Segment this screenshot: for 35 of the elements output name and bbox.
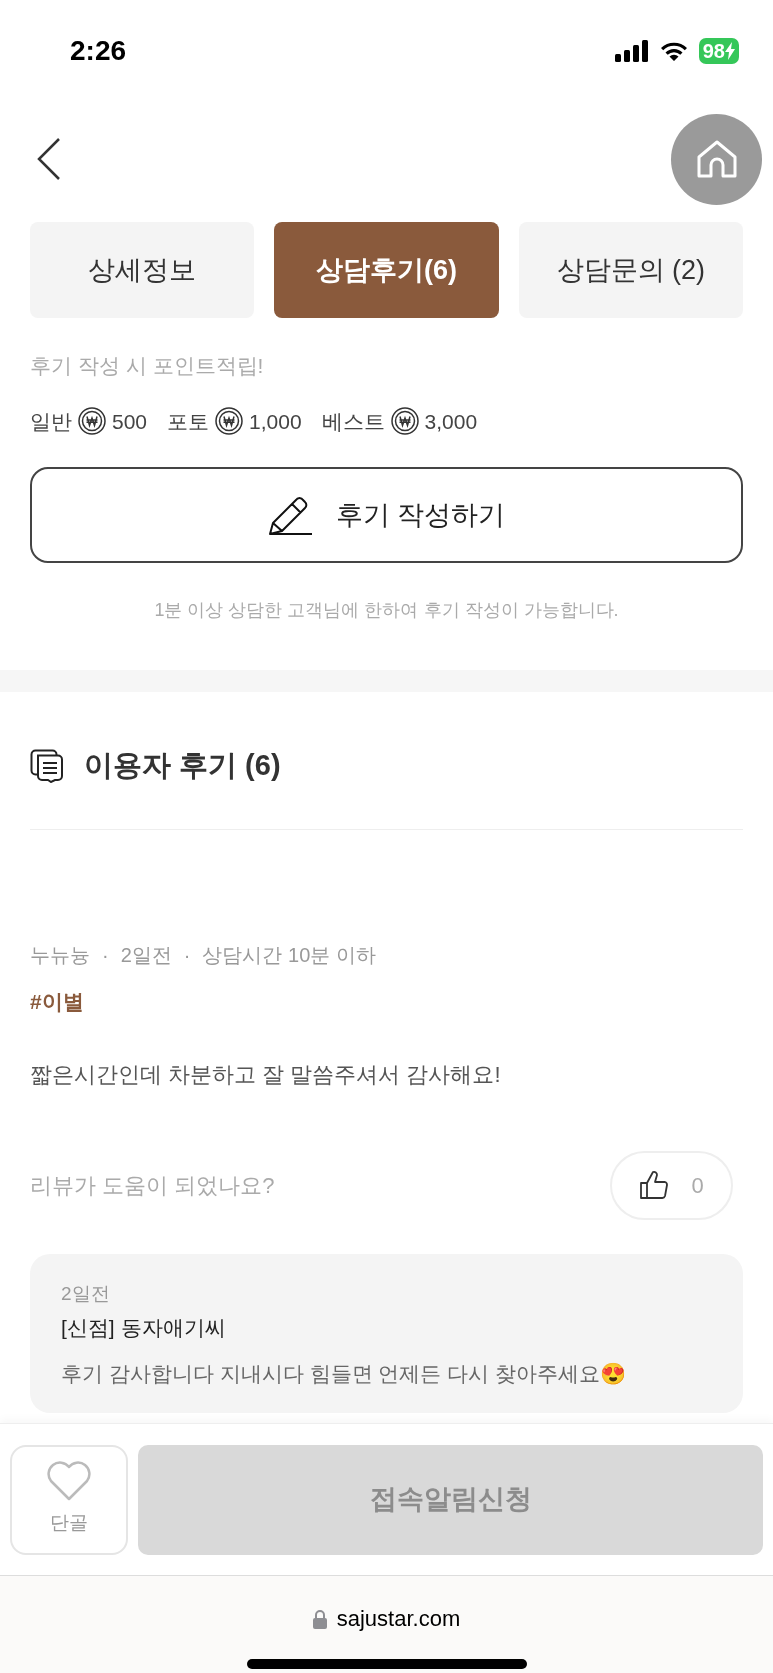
tab[interactable]: 상세정보 — [30, 222, 255, 318]
url-text[interactable]: sajustar.com — [336, 1602, 461, 1635]
chat-list-icon — [30, 748, 64, 783]
notice-subtitle: 후기 작성 시 포인트적립! — [30, 353, 265, 379]
back-icon[interactable] — [36, 137, 62, 181]
status-time: 2:26 — [70, 34, 127, 68]
point-label: 포토 — [167, 408, 210, 435]
point-amount: 1,000 — [249, 408, 302, 435]
won-coin-icon — [390, 407, 419, 436]
won-coin-icon — [215, 407, 244, 436]
signal-icon — [614, 40, 649, 62]
tab[interactable]: 상담후기(6) — [274, 222, 499, 318]
point-label: 베스트 — [321, 408, 385, 435]
reply-date: 2일전 — [61, 1281, 111, 1306]
point-amount: 3,000 — [424, 408, 478, 435]
reply-author: [신점] 동자애기씨 — [61, 1315, 227, 1341]
reviews-title: 이용자 후기 (6) — [84, 747, 281, 783]
pencil-icon — [267, 494, 312, 536]
review-tag: #이별 — [30, 986, 743, 1018]
write-note: 1분 이상 상담한 고객님에 한하여 후기 작성이 가능합니다. — [153, 599, 620, 622]
write-review-button[interactable]: 후기 작성하기 — [30, 467, 743, 563]
point-amount: 500 — [112, 408, 148, 435]
tab[interactable]: 상담문의 (2) — [518, 222, 743, 318]
lock-icon — [312, 1608, 327, 1629]
battery-indicator: 98 — [698, 38, 739, 64]
won-coin-icon — [78, 407, 106, 436]
reply-body: 후기 감사합니다 지내시다 힘들면 언제든 다시 찾아주세요😍 — [61, 1360, 627, 1387]
heart-icon — [46, 1461, 92, 1502]
review-body: 짧은시간인데 차분하고 잘 말씀주셔서 감사해요! — [30, 1060, 502, 1089]
helpful-prompt: 리뷰가 도움이 되었나요? — [30, 1171, 275, 1200]
point-label: 일반 — [30, 408, 72, 435]
home-icon — [695, 139, 738, 179]
charging-bolt-icon — [725, 42, 735, 60]
thumbs-up-icon — [639, 1170, 670, 1200]
review-meta: 누뉴늉 · 2일전 · 상담시간 10분 이하 — [30, 943, 377, 968]
